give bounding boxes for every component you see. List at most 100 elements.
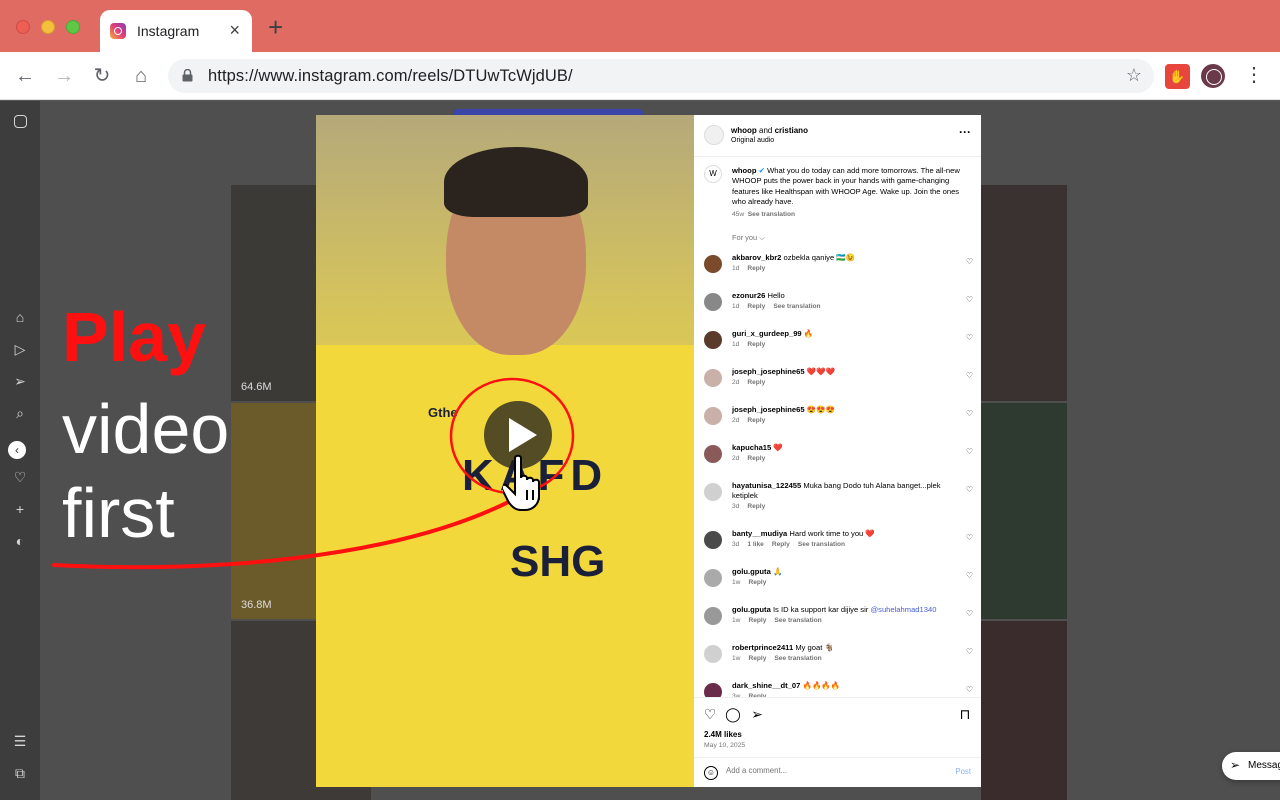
bookmark-star-icon[interactable]: ☆: [1126, 65, 1142, 86]
profile-icon[interactable]: ◐: [12, 533, 28, 549]
comment-action-1-like[interactable]: 1 like: [747, 541, 764, 548]
reels-icon[interactable]: ▷: [12, 341, 28, 357]
extension-icon[interactable]: ✋: [1165, 64, 1190, 89]
for-you-filter[interactable]: For you ⌵: [732, 233, 765, 243]
home-icon[interactable]: ⌂: [12, 309, 28, 325]
comment-like-heart-icon[interactable]: ♡: [966, 409, 973, 418]
post-comment-button[interactable]: Post: [955, 767, 971, 776]
comment-username[interactable]: akbarov_kbr2: [732, 253, 781, 262]
comment-username[interactable]: joseph_josephine65: [732, 405, 805, 414]
comment-action-reply[interactable]: Reply: [747, 341, 765, 348]
comment-avatar[interactable]: [704, 483, 722, 501]
comment-username[interactable]: robertprince2411: [732, 643, 793, 652]
comment-like-heart-icon[interactable]: ♡: [966, 447, 973, 456]
comment-like-heart-icon[interactable]: ♡: [966, 647, 973, 656]
new-tab-button[interactable]: +: [268, 14, 283, 40]
comment-username[interactable]: joseph_josephine65: [732, 367, 805, 376]
comment-avatar[interactable]: [704, 607, 722, 625]
comment-mention[interactable]: @suhelahmad1340: [870, 605, 936, 614]
browser-menu-icon[interactable]: ⋮: [1244, 64, 1264, 86]
header-user1[interactable]: whoop: [731, 126, 757, 135]
comment-avatar[interactable]: [704, 369, 722, 387]
likes-count[interactable]: 2.4M likes: [704, 730, 742, 739]
comment-avatar[interactable]: [704, 255, 722, 273]
comment-like-heart-icon[interactable]: ♡: [966, 371, 973, 380]
more-menu-icon[interactable]: ☰: [12, 733, 28, 749]
save-bookmark-icon[interactable]: ⊓: [957, 706, 973, 722]
comment-action-reply[interactable]: Reply: [748, 617, 766, 624]
comment-action-see-translation[interactable]: See translation: [774, 617, 821, 624]
comment-action-see-translation[interactable]: See translation: [798, 541, 845, 548]
search-icon[interactable]: ⌕: [12, 405, 28, 421]
comment-username[interactable]: banty__mudiya: [732, 529, 787, 538]
send-icon[interactable]: ➢: [12, 373, 28, 389]
grid-tile[interactable]: [981, 621, 1067, 800]
address-bar[interactable]: https://www.instagram.com/reels/DTUwTcWj…: [168, 59, 1154, 93]
grid-tile[interactable]: [981, 403, 1067, 619]
minimize-window-button[interactable]: [41, 20, 55, 34]
comment-avatar[interactable]: [704, 293, 722, 311]
maximize-window-button[interactable]: [66, 20, 80, 34]
header-avatar[interactable]: [704, 125, 724, 145]
header-user2[interactable]: cristiano: [775, 126, 808, 135]
comment-action-reply[interactable]: Reply: [747, 303, 765, 310]
comment-username[interactable]: hayatunisa_122455: [732, 481, 801, 490]
comment-action-reply[interactable]: Reply: [747, 503, 765, 510]
header-audio[interactable]: Original audio: [731, 137, 774, 144]
comment-action-see-translation[interactable]: See translation: [774, 655, 821, 662]
instagram-logo-icon[interactable]: [14, 115, 27, 128]
comment-avatar[interactable]: [704, 331, 722, 349]
comment-like-heart-icon[interactable]: ♡: [966, 295, 973, 304]
reload-button[interactable]: ↻: [90, 64, 114, 88]
messages-button[interactable]: ➢ Messag: [1222, 752, 1280, 780]
comment-like-heart-icon[interactable]: ♡: [966, 485, 973, 494]
create-icon[interactable]: +: [12, 501, 28, 517]
comment-like-heart-icon[interactable]: ♡: [966, 333, 973, 342]
emoji-icon[interactable]: ☺: [704, 766, 718, 780]
comment-action-reply[interactable]: Reply: [748, 579, 766, 586]
comment-avatar[interactable]: [704, 683, 722, 697]
comment-action-reply[interactable]: Reply: [748, 655, 766, 662]
more-options-icon[interactable]: ···: [959, 125, 971, 139]
comment-action-reply[interactable]: Reply: [747, 265, 765, 272]
comment-action-reply[interactable]: Reply: [747, 379, 765, 386]
comment-username[interactable]: ezonur26: [732, 291, 765, 300]
apps-icon[interactable]: ⧉: [12, 765, 28, 781]
comment-like-heart-icon[interactable]: ♡: [966, 533, 973, 542]
comment-action-see-translation[interactable]: See translation: [773, 303, 820, 310]
comment-username[interactable]: golu.gputa: [732, 567, 771, 576]
comment-username[interactable]: kapucha15: [732, 443, 771, 452]
comment-avatar[interactable]: [704, 645, 722, 663]
url-text[interactable]: https://www.instagram.com/reels/DTUwTcWj…: [208, 67, 573, 86]
profile-avatar[interactable]: [1201, 64, 1225, 88]
caption-user[interactable]: whoop: [732, 166, 756, 175]
comment-icon[interactable]: ◯: [725, 706, 741, 722]
comment-action-reply[interactable]: Reply: [772, 541, 790, 548]
comment-action-reply[interactable]: Reply: [747, 417, 765, 424]
tab-close-icon[interactable]: ×: [229, 20, 240, 40]
comment-avatar[interactable]: [704, 445, 722, 463]
header-usernames[interactable]: whoop and cristiano: [731, 126, 808, 135]
add-comment-input[interactable]: [726, 766, 936, 775]
comment-username[interactable]: guri_x_gurdeep_99: [732, 329, 802, 338]
comment-username[interactable]: golu.gputa: [732, 605, 771, 614]
share-icon[interactable]: ➢: [749, 706, 765, 722]
comment-avatar[interactable]: [704, 407, 722, 425]
grid-tile[interactable]: [981, 185, 1067, 401]
comment-like-heart-icon[interactable]: ♡: [966, 609, 973, 618]
close-window-button[interactable]: [16, 20, 30, 34]
back-button[interactable]: ←: [13, 64, 37, 88]
comment-avatar[interactable]: [704, 569, 722, 587]
caption-avatar[interactable]: W: [704, 165, 722, 183]
forward-button[interactable]: →: [52, 64, 76, 88]
previous-reel-button[interactable]: ‹: [8, 441, 26, 459]
home-button[interactable]: ⌂: [129, 64, 153, 88]
browser-tab[interactable]: Instagram ×: [100, 10, 252, 52]
comment-like-heart-icon[interactable]: ♡: [966, 571, 973, 580]
like-heart-icon[interactable]: ♡: [702, 706, 718, 722]
comment-like-heart-icon[interactable]: ♡: [966, 685, 973, 694]
comment-username[interactable]: dark_shine__dt_07: [732, 681, 800, 690]
comment-action-reply[interactable]: Reply: [747, 455, 765, 462]
see-translation-link[interactable]: See translation: [748, 211, 795, 218]
comment-like-heart-icon[interactable]: ♡: [966, 257, 973, 266]
